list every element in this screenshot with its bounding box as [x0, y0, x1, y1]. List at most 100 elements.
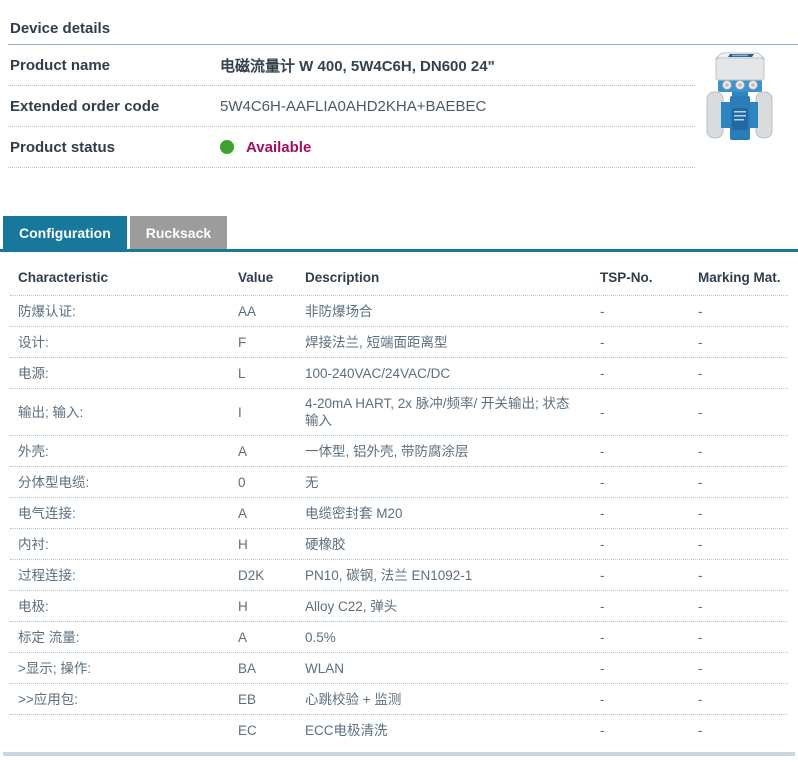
product-name-cn: 电磁流量计: [220, 58, 295, 75]
product-image-flowmeter: [706, 52, 780, 144]
tab-bar: ConfigurationRucksack: [3, 216, 798, 249]
cell-tsp-no: -: [590, 468, 698, 497]
table-row: 电源: L 100-240VAC/24VAC/DC - -: [10, 358, 788, 389]
cell-characteristic: 标定 流量:: [10, 623, 238, 652]
table-row: >>应用包: EB 心跳校验 + 监测 - -: [10, 684, 788, 715]
cell-marking-mat: -: [698, 654, 788, 683]
cell-description: 一体型, 铝外壳, 带防腐涂层: [305, 437, 590, 466]
cell-characteristic: 电极:: [10, 592, 238, 621]
cell-tsp-no: -: [590, 297, 698, 326]
cell-description: ECC电极清洗: [305, 716, 590, 745]
cell-characteristic: [10, 725, 238, 737]
table-row: 内衬: H 硬橡胶 - -: [10, 529, 788, 560]
cell-tsp-no: -: [590, 716, 698, 745]
column-header-value: Value: [238, 269, 305, 286]
configuration-table: Characteristic Value Description TSP-No.…: [10, 252, 788, 746]
cell-tsp-no: -: [590, 623, 698, 652]
cell-marking-mat: -: [698, 530, 788, 559]
status-available-dot-icon: [220, 140, 234, 154]
cell-description: 电缆密封套 M20: [305, 499, 590, 528]
cell-value: F: [238, 328, 305, 357]
cell-tsp-no: -: [590, 685, 698, 714]
cell-value: I: [238, 398, 305, 427]
cell-description: 焊接法兰, 短端面距离型: [305, 328, 590, 357]
cell-description: 4-20mA HART, 2x 脉冲/频率/ 开关输出; 状态输入: [305, 389, 590, 435]
cell-description: WLAN: [305, 654, 590, 683]
cell-description: 心跳校验 + 监测: [305, 685, 590, 714]
cell-value: A: [238, 437, 305, 466]
product-status-row: Product status Available: [8, 127, 695, 168]
cell-value: BA: [238, 654, 305, 683]
cell-tsp-no: -: [590, 530, 698, 559]
cell-marking-mat: -: [698, 297, 788, 326]
cell-characteristic: 外壳:: [10, 437, 238, 466]
cell-marking-mat: -: [698, 468, 788, 497]
extended-order-code-value: 5W4C6H-AAFLIA0AHD2KHA+BAEBEC: [220, 98, 486, 115]
column-header-characteristic: Characteristic: [10, 269, 238, 286]
cell-marking-mat: -: [698, 623, 788, 652]
extended-order-code-row: Extended order code 5W4C6H-AAFLIA0AHD2KH…: [8, 86, 695, 127]
product-status-value: Available: [220, 139, 311, 156]
product-status-label: Product status: [8, 139, 220, 156]
cell-marking-mat: -: [698, 716, 788, 745]
table-row: 外壳: A 一体型, 铝外壳, 带防腐涂层 - -: [10, 436, 788, 467]
tab-configuration[interactable]: Configuration: [3, 216, 127, 249]
cell-characteristic: 防爆认证:: [10, 297, 238, 326]
cell-characteristic: 设计:: [10, 328, 238, 357]
extended-order-code-label: Extended order code: [8, 98, 220, 115]
cell-tsp-no: -: [590, 359, 698, 388]
table-row: 防爆认证: AA 非防爆场合 - -: [10, 296, 788, 327]
cell-characteristic: >>应用包:: [10, 685, 238, 714]
cell-tsp-no: -: [590, 398, 698, 427]
cell-tsp-no: -: [590, 437, 698, 466]
cell-marking-mat: -: [698, 685, 788, 714]
cell-characteristic: 内衬:: [10, 530, 238, 559]
cell-value: H: [238, 530, 305, 559]
cell-marking-mat: -: [698, 437, 788, 466]
cell-value: L: [238, 359, 305, 388]
cell-characteristic: 电气连接:: [10, 499, 238, 528]
table-header-row: Characteristic Value Description TSP-No.…: [10, 252, 788, 296]
table-row: 输出; 输入: I 4-20mA HART, 2x 脉冲/频率/ 开关输出; 状…: [10, 389, 788, 436]
cell-description: PN10, 碳钢, 法兰 EN1092-1: [305, 561, 590, 590]
table-row: 过程连接: D2K PN10, 碳钢, 法兰 EN1092-1 - -: [10, 560, 788, 591]
cell-value: 0: [238, 468, 305, 497]
column-header-tsp-no: TSP-No.: [590, 269, 698, 286]
cell-description: Alloy C22, 弹头: [305, 592, 590, 621]
table-row: >显示; 操作: BA WLAN - -: [10, 653, 788, 684]
page-title: Device details: [8, 20, 798, 38]
cell-characteristic: >显示; 操作:: [10, 654, 238, 683]
product-name-value: 电磁流量计 W 400, 5W4C6H, DN600 24": [220, 55, 495, 76]
cell-characteristic: 过程连接:: [10, 561, 238, 590]
cell-marking-mat: -: [698, 561, 788, 590]
cell-characteristic: 输出; 输入:: [10, 398, 238, 427]
cell-description: 非防爆场合: [305, 297, 590, 326]
cell-description: 100-240VAC/24VAC/DC: [305, 359, 590, 388]
table-row: 设计: F 焊接法兰, 短端面距离型 - -: [10, 327, 788, 358]
device-details-section: Device details Product name 电磁流量计 W 400,…: [8, 0, 798, 168]
column-header-marking-mat: Marking Mat.: [698, 269, 788, 286]
table-row: 电气连接: A 电缆密封套 M20 - -: [10, 498, 788, 529]
bottom-divider-bar: [3, 752, 795, 756]
column-header-description: Description: [305, 269, 590, 286]
table-row: 电极: H Alloy C22, 弹头 - -: [10, 591, 788, 622]
product-name-row: Product name 电磁流量计 W 400, 5W4C6H, DN600 …: [8, 45, 695, 86]
cell-marking-mat: -: [698, 328, 788, 357]
cell-marking-mat: -: [698, 592, 788, 621]
cell-description: 无: [305, 468, 590, 497]
cell-marking-mat: -: [698, 398, 788, 427]
cell-tsp-no: -: [590, 654, 698, 683]
table-row: 标定 流量: A 0.5% - -: [10, 622, 788, 653]
status-text: Available: [246, 139, 311, 156]
cell-value: EC: [238, 716, 305, 745]
table-row: EC ECC电极清洗 - -: [10, 715, 788, 746]
cell-marking-mat: -: [698, 359, 788, 388]
cell-characteristic: 电源:: [10, 359, 238, 388]
cell-value: AA: [238, 297, 305, 326]
cell-tsp-no: -: [590, 499, 698, 528]
cell-tsp-no: -: [590, 561, 698, 590]
table-row: 分体型电缆: 0 无 - -: [10, 467, 788, 498]
cell-characteristic: 分体型电缆:: [10, 468, 238, 497]
cell-value: A: [238, 499, 305, 528]
tab-rucksack[interactable]: Rucksack: [130, 216, 227, 249]
